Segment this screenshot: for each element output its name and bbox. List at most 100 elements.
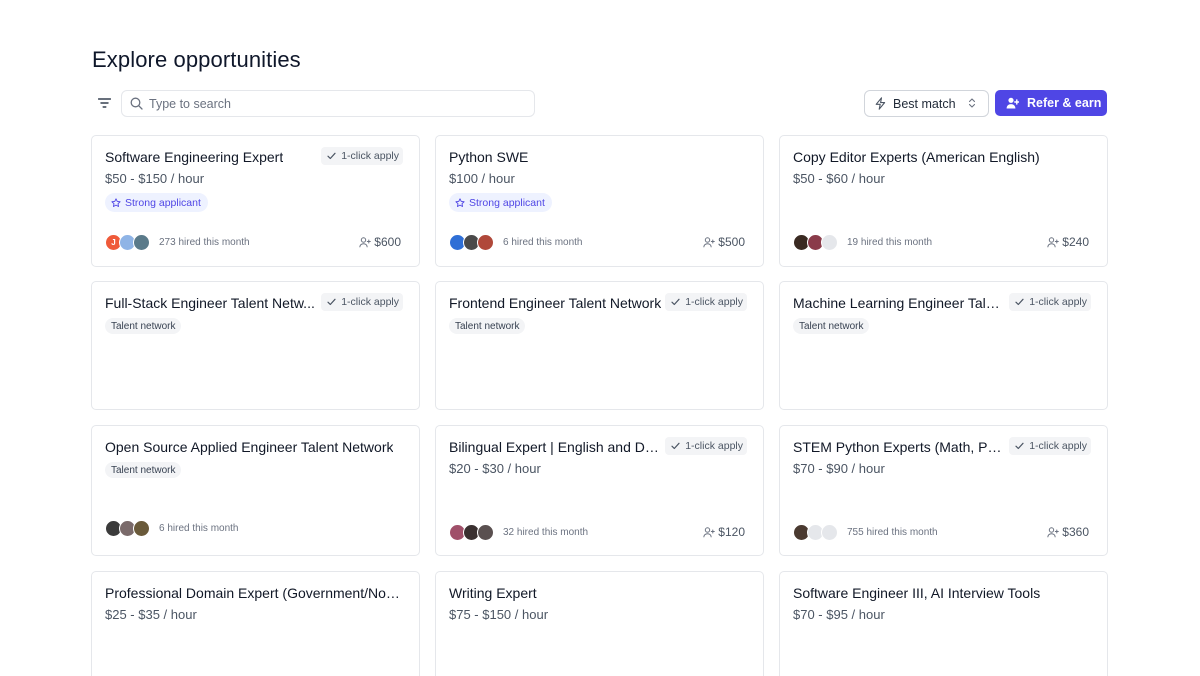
refer-earn-button[interactable]: Refer & earn [995, 90, 1107, 116]
referral-reward: $120 [703, 525, 745, 539]
hired-avatars [793, 523, 838, 541]
job-card[interactable]: Software Engineer III, AI Interview Tool… [779, 571, 1108, 676]
apply-label: 1-click apply [341, 296, 399, 308]
user-plus-icon [1047, 236, 1060, 247]
hired-count: 273 hired this month [159, 236, 250, 248]
one-click-apply-tag: 1-click apply [665, 293, 747, 311]
sort-label: Best match [893, 96, 956, 111]
apply-label: 1-click apply [1029, 296, 1087, 308]
avatar [821, 233, 838, 251]
avatar [821, 523, 838, 541]
check-icon [327, 152, 336, 160]
refer-earn-label: Refer & earn [1027, 96, 1102, 110]
user-plus-icon [703, 526, 716, 537]
job-card[interactable]: Bilingual Expert | English and Du... 1-c… [435, 425, 764, 556]
apply-label: 1-click apply [685, 440, 743, 452]
job-card[interactable]: Open Source Applied Engineer Talent Netw… [91, 425, 420, 556]
job-card[interactable]: Python SWE $100 / hour Strong applicant … [435, 135, 764, 267]
card-footer: 19 hired this month $240 [793, 232, 1089, 252]
strong-applicant-badge: Strong applicant [105, 193, 208, 212]
job-title: Professional Domain Expert (Government/N… [105, 585, 405, 601]
card-footer: 755 hired this month $360 [793, 522, 1089, 542]
job-card[interactable]: Frontend Engineer Talent Network 1-click… [435, 281, 764, 410]
job-card[interactable]: STEM Python Experts (Math, Ph... 1-click… [779, 425, 1108, 556]
job-rate: $75 - $150 / hour [449, 607, 549, 622]
reward-amount: $500 [718, 235, 745, 249]
hired-avatars [449, 523, 494, 541]
user-plus-icon [1047, 526, 1060, 537]
job-rate: $70 - $95 / hour [793, 607, 885, 622]
referral-reward: $360 [1047, 525, 1089, 539]
hired-avatars [105, 519, 150, 537]
job-title: Open Source Applied Engineer Talent Netw… [105, 439, 394, 455]
star-icon [455, 197, 465, 207]
hired-count: 19 hired this month [847, 236, 933, 248]
job-title: Writing Expert [449, 585, 537, 601]
referral-reward: $500 [703, 235, 745, 249]
referral-reward: $240 [1047, 235, 1089, 249]
user-plus-icon [1006, 97, 1019, 109]
check-icon [1015, 442, 1024, 450]
job-rate: $70 - $90 / hour [793, 461, 885, 476]
filter-icon [97, 98, 111, 108]
chevron-up-down-icon [968, 98, 976, 108]
job-rate: $25 - $35 / hour [105, 607, 197, 622]
job-title: Frontend Engineer Talent Network [449, 295, 662, 311]
one-click-apply-tag: 1-click apply [321, 293, 403, 311]
check-icon [671, 298, 680, 306]
user-plus-icon [359, 236, 372, 247]
avatar [477, 233, 494, 251]
referral-reward: $600 [359, 235, 401, 249]
badge-label: Strong applicant [469, 196, 545, 209]
job-card[interactable]: Machine Learning Engineer Tale... 1-clic… [779, 281, 1108, 410]
check-icon [327, 298, 336, 306]
card-footer: 6 hired this month [105, 518, 401, 538]
job-card[interactable]: Professional Domain Expert (Government/N… [91, 571, 420, 676]
reward-amount: $360 [1062, 525, 1089, 539]
one-click-apply-tag: 1-click apply [1009, 437, 1091, 455]
job-rate: $20 - $30 / hour [449, 461, 541, 476]
talent-network-badge: Talent network [793, 318, 870, 334]
page-title: Explore opportunities [92, 47, 301, 72]
hired-avatars [449, 233, 494, 251]
job-title: Machine Learning Engineer Tale... [793, 295, 1003, 311]
reward-amount: $120 [718, 525, 745, 539]
check-icon [671, 442, 680, 450]
avatar [133, 519, 150, 537]
job-rate: $50 - $60 / hour [793, 171, 885, 186]
job-title: Software Engineering Expert [105, 149, 284, 165]
user-plus-icon [703, 236, 716, 247]
one-click-apply-tag: 1-click apply [321, 147, 403, 165]
job-rate: $50 - $150 / hour [105, 171, 205, 186]
reward-amount: $240 [1062, 235, 1089, 249]
hired-avatars [793, 233, 838, 251]
hired-count: 755 hired this month [847, 526, 938, 538]
job-card[interactable]: Full-Stack Engineer Talent Netw... 1-cli… [91, 281, 420, 410]
one-click-apply-tag: 1-click apply [665, 437, 747, 455]
job-title: STEM Python Experts (Math, Ph... [793, 439, 1003, 455]
avatar [477, 523, 494, 541]
search-box[interactable] [121, 90, 535, 117]
job-title: Bilingual Expert | English and Du... [449, 439, 659, 455]
hired-count: 6 hired this month [159, 522, 239, 534]
lightning-icon [875, 97, 886, 110]
job-title: Python SWE [449, 149, 529, 165]
badge-label: Strong applicant [125, 196, 201, 209]
check-icon [1015, 298, 1024, 306]
filter-button[interactable] [94, 94, 114, 112]
avatar [133, 233, 150, 251]
job-rate: $100 / hour [449, 171, 515, 186]
job-card[interactable]: Software Engineering Expert 1-click appl… [91, 135, 420, 267]
apply-label: 1-click apply [341, 150, 399, 162]
job-card[interactable]: Writing Expert $75 - $150 / hour [435, 571, 764, 676]
search-input[interactable] [149, 96, 529, 111]
talent-network-badge: Talent network [105, 318, 182, 334]
sort-select[interactable]: Best match [864, 90, 989, 117]
card-footer: 32 hired this month $120 [449, 522, 745, 542]
search-icon [130, 97, 143, 110]
card-footer: J 273 hired this month $600 [105, 232, 401, 252]
talent-network-badge: Talent network [449, 318, 526, 334]
talent-network-badge: Talent network [105, 462, 182, 478]
job-title: Software Engineer III, AI Interview Tool… [793, 585, 1041, 601]
job-card[interactable]: Copy Editor Experts (American English) $… [779, 135, 1108, 267]
